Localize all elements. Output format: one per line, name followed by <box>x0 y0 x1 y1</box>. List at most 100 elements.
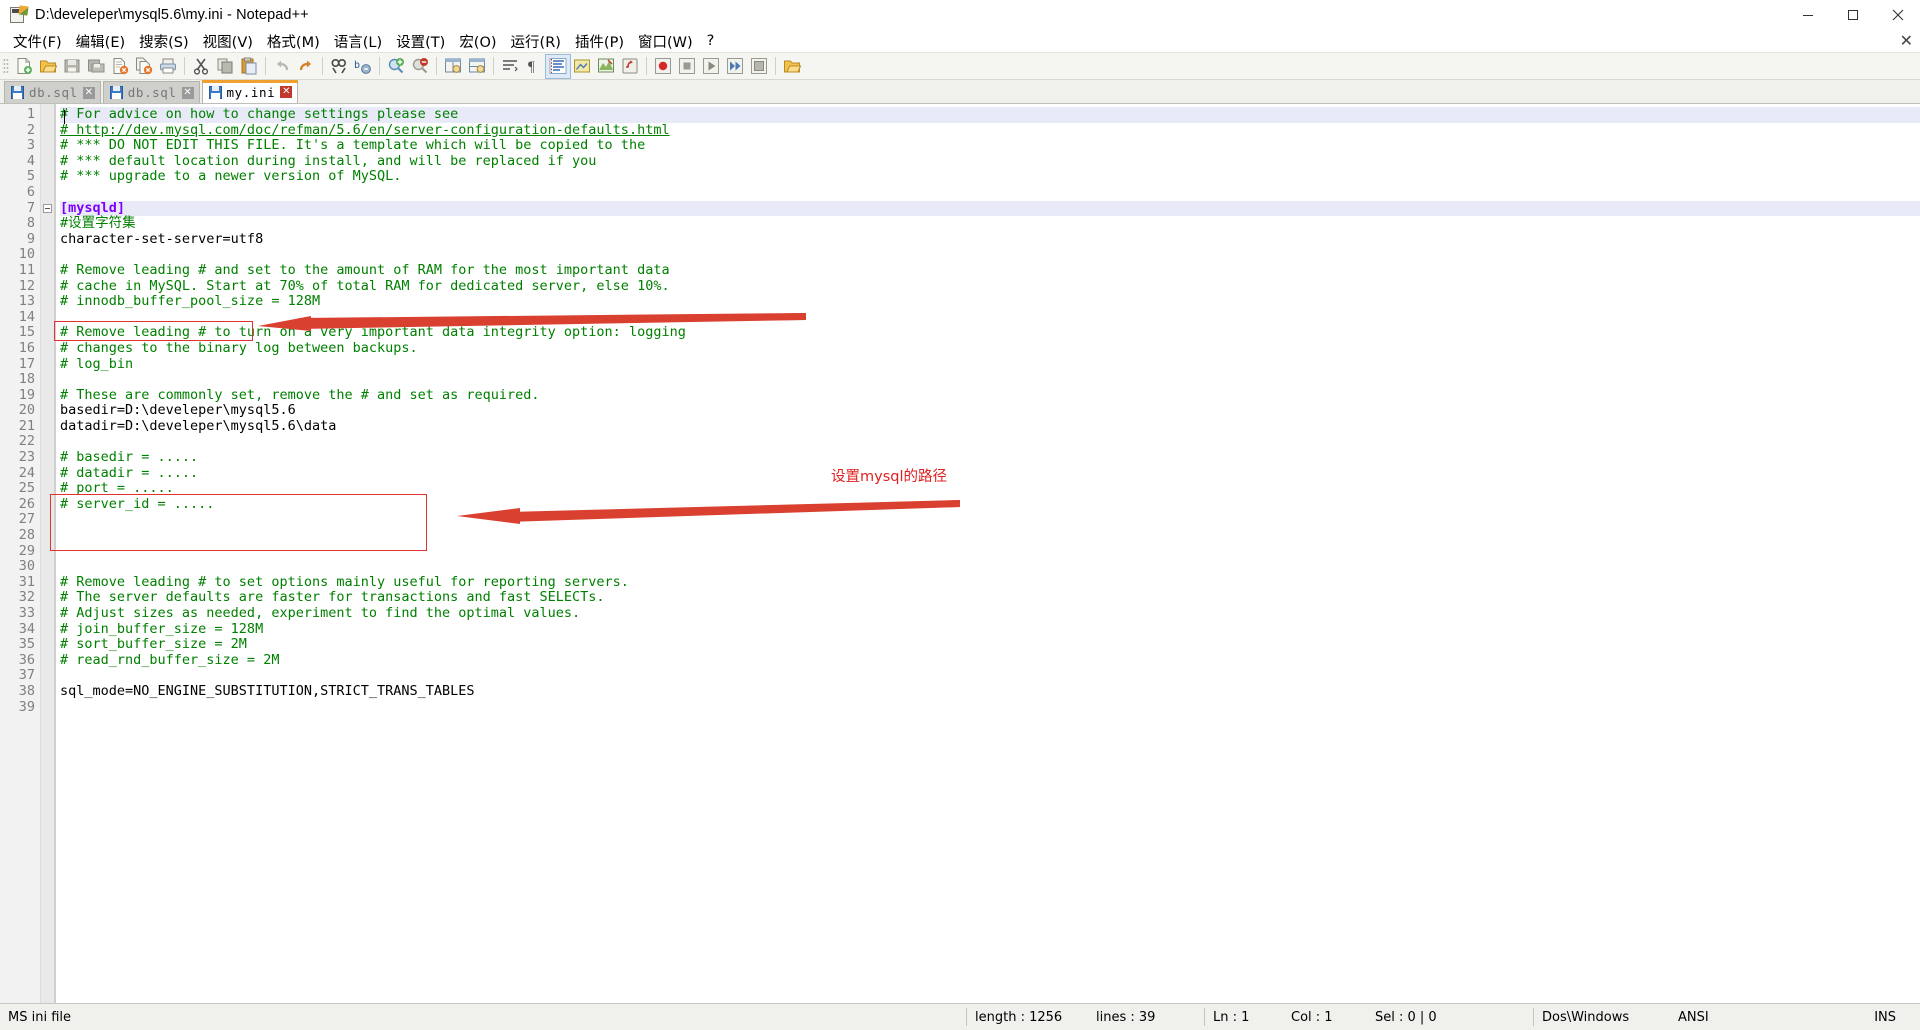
code-line[interactable] <box>60 372 1920 388</box>
code-line[interactable]: # http://dev.mysql.com/doc/refman/5.6/en… <box>60 122 1920 139</box>
fold-minus-icon[interactable] <box>43 203 52 213</box>
code-line[interactable]: datadir=D:\develeper\mysql5.6\data <box>60 418 1920 435</box>
fold-slot <box>41 294 54 310</box>
folder-as-workspace-icon[interactable] <box>780 55 804 78</box>
save-icon[interactable] <box>60 55 84 78</box>
fold-toggle[interactable] <box>41 201 54 217</box>
menu-language[interactable]: 语言(L) <box>327 29 389 54</box>
tab-close-icon[interactable]: ✕ <box>82 86 95 99</box>
close-document-icon[interactable]: ✕ <box>1900 31 1913 51</box>
close-all-icon[interactable] <box>132 55 156 78</box>
cut-icon[interactable] <box>189 55 213 78</box>
code-line[interactable] <box>60 700 1920 716</box>
code-line[interactable]: # basedir = ..... <box>60 449 1920 466</box>
menu-view[interactable]: 视图(V) <box>196 29 260 54</box>
code-line[interactable]: # changes to the binary log between back… <box>60 340 1920 357</box>
code-line[interactable]: # *** DO NOT EDIT THIS FILE. It's a temp… <box>60 137 1920 154</box>
word-wrap-icon[interactable] <box>498 55 522 78</box>
zoom-in-icon[interactable] <box>384 55 408 78</box>
fold-margin[interactable] <box>40 104 54 1003</box>
menu-settings[interactable]: 设置(T) <box>389 29 452 54</box>
code-line[interactable]: # Remove leading # to set options mainly… <box>60 574 1920 591</box>
play-macro-icon[interactable] <box>699 55 723 78</box>
find-icon[interactable] <box>327 55 351 78</box>
code-line[interactable]: # datadir = ..... <box>60 465 1920 482</box>
save-all-icon[interactable] <box>84 55 108 78</box>
code-line[interactable]: # server_id = ..... <box>60 496 1920 513</box>
code-line[interactable]: # log_bin <box>60 356 1920 373</box>
code-line[interactable] <box>60 247 1920 263</box>
zoom-out-icon[interactable] <box>408 55 432 78</box>
text-content[interactable]: # For advice on how to change settings p… <box>54 104 1920 1003</box>
menu-edit[interactable]: 编辑(E) <box>69 29 132 54</box>
undo-icon[interactable] <box>270 55 294 78</box>
line-number: 19 <box>18 386 35 403</box>
code-line[interactable]: [mysqld] <box>60 200 1920 217</box>
code-line[interactable] <box>60 512 1920 528</box>
sync-vertical-icon[interactable] <box>441 55 465 78</box>
code-editor[interactable]: 1 2 3 4 5 6 7 8 9 10 11 12 13 14 15 16 17 18 19 20 21 22 23 24 2… <box>0 104 1920 1003</box>
code-line[interactable]: # *** upgrade to a newer version of MySQ… <box>60 169 1920 185</box>
code-line[interactable]: # Adjust sizes as needed, experiment to … <box>60 605 1920 622</box>
code-line[interactable]: sql_mode=NO_ENGINE_SUBSTITUTION,STRICT_T… <box>60 683 1920 700</box>
code-line[interactable]: character-set-server=utf8 <box>60 231 1920 248</box>
code-line[interactable]: # Remove leading # and set to the amount… <box>60 262 1920 279</box>
tab-my-ini[interactable]: my.ini ✕ <box>201 80 299 103</box>
editor-area[interactable]: 1 2 3 4 5 6 7 8 9 10 11 12 13 14 15 16 17 18 19 20 21 22 23 24 2… <box>0 104 1920 1003</box>
paste-icon[interactable] <box>237 55 261 78</box>
tab-db-sql-1[interactable]: db.sql ✕ <box>4 81 101 103</box>
menu-macro[interactable]: 宏(O) <box>452 29 503 54</box>
code-line[interactable] <box>60 544 1920 560</box>
tab-close-icon[interactable]: ✕ <box>280 86 293 98</box>
code-line[interactable] <box>60 185 1920 201</box>
open-file-icon[interactable] <box>36 55 60 78</box>
minimize-button[interactable] <box>1785 0 1830 29</box>
code-line[interactable]: # read_rnd_buffer_size = 2M <box>60 652 1920 669</box>
menu-search[interactable]: 搜索(S) <box>132 29 196 54</box>
toolbar-grip[interactable] <box>2 57 9 75</box>
code-line[interactable] <box>60 559 1920 575</box>
new-file-icon[interactable] <box>12 55 36 78</box>
replace-icon[interactable]: b <box>351 55 375 78</box>
code-line[interactable]: # join_buffer_size = 128M <box>60 621 1920 638</box>
menu-format[interactable]: 格式(M) <box>260 29 327 54</box>
copy-icon[interactable] <box>213 55 237 78</box>
menu-help[interactable]: ? <box>700 31 722 51</box>
tab-close-icon[interactable]: ✕ <box>181 86 194 99</box>
fast-play-macro-icon[interactable] <box>723 55 747 78</box>
code-line[interactable]: # Remove leading # to turn on a very imp… <box>60 325 1920 341</box>
code-line[interactable]: # port = ..... <box>60 480 1920 497</box>
code-line[interactable] <box>60 528 1920 544</box>
menu-run[interactable]: 运行(R) <box>504 29 568 54</box>
print-icon[interactable] <box>156 55 180 78</box>
save-macro-icon[interactable] <box>747 55 771 78</box>
code-line[interactable]: # For advice on how to change settings p… <box>60 106 1920 124</box>
tab-db-sql-2[interactable]: db.sql ✕ <box>102 81 200 103</box>
function-list-icon[interactable] <box>618 55 642 78</box>
menu-file[interactable]: 文件(F) <box>6 29 69 54</box>
code-line[interactable]: # The server defaults are faster for tra… <box>60 590 1920 606</box>
code-line[interactable]: # innodb_buffer_pool_size = 128M <box>60 293 1920 310</box>
code-line[interactable]: # *** default location during install, a… <box>60 153 1920 170</box>
code-line[interactable] <box>60 310 1920 326</box>
menu-plugins[interactable]: 插件(P) <box>568 29 631 54</box>
code-line[interactable]: #设置字符集 <box>60 215 1920 232</box>
code-line[interactable]: # These are commonly set, remove the # a… <box>60 387 1920 404</box>
menu-window[interactable]: 窗口(W) <box>631 29 700 54</box>
sync-horizontal-icon[interactable] <box>465 55 489 78</box>
maximize-button[interactable] <box>1830 0 1875 29</box>
redo-icon[interactable] <box>294 55 318 78</box>
indent-guide-icon[interactable] <box>545 53 571 79</box>
code-line[interactable]: # cache in MySQL. Start at 70% of total … <box>60 278 1920 295</box>
code-line[interactable]: basedir=D:\develeper\mysql5.6 <box>60 402 1920 419</box>
close-file-icon[interactable] <box>108 55 132 78</box>
record-macro-icon[interactable] <box>651 55 675 78</box>
close-button[interactable] <box>1875 0 1920 29</box>
code-line[interactable] <box>60 434 1920 450</box>
user-defined-dialog-icon[interactable] <box>570 55 594 78</box>
code-line[interactable]: # sort_buffer_size = 2M <box>60 636 1920 653</box>
document-map-icon[interactable] <box>594 55 618 78</box>
stop-macro-icon[interactable] <box>675 55 699 78</box>
code-line[interactable] <box>60 668 1920 684</box>
show-all-chars-icon[interactable]: ¶ <box>522 55 546 78</box>
